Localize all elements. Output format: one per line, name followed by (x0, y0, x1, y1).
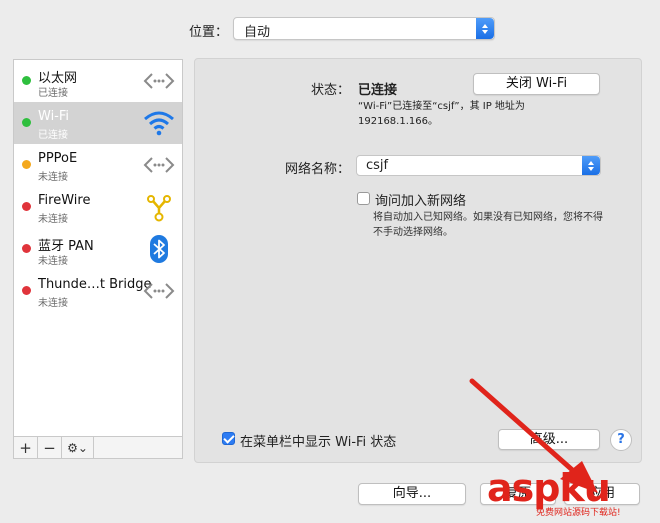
turn-off-wifi-button[interactable]: 关闭 Wi-Fi (473, 73, 600, 95)
show-in-menubar-label: 在菜单栏中显示 Wi-Fi 状态 (240, 435, 397, 450)
status-dot (22, 160, 31, 169)
network-name-value: csjf (366, 158, 389, 173)
watermark-brand: aspku (487, 466, 611, 510)
wifi-icon (144, 111, 174, 136)
service-status: 未连接 (38, 214, 68, 225)
service-item-firewire[interactable]: FireWire 未连接 (14, 186, 182, 228)
pppoe-icon (143, 157, 175, 173)
watermark-subtitle: 免费网站源码下载站! (536, 508, 621, 518)
remove-service-button[interactable]: − (38, 437, 62, 458)
status-dot (22, 202, 31, 211)
ask-join-description: 将自动加入已知网络。如果没有已知网络，您将不得不手动选择网络。 (373, 212, 603, 238)
advanced-button[interactable]: 高级... (498, 429, 600, 450)
service-status: 已连接 (38, 88, 68, 99)
status-dot (22, 118, 31, 127)
location-value: 自动 (244, 25, 271, 40)
status-dot (22, 286, 31, 295)
network-name-label: 网络名称： (285, 162, 351, 177)
service-item-pppoe[interactable]: PPPoE 未连接 (14, 144, 182, 186)
status-description: “Wi-Fi”已连接至“csjf”，其 IP 地址为 192168.1.166。 (358, 101, 525, 127)
service-item-wifi[interactable]: Wi-Fi 已连接 (14, 102, 182, 144)
service-list-toolbar: + − ⚙⌄ (13, 437, 183, 459)
service-name: Wi-Fi (38, 109, 70, 124)
status-value: 已连接 (358, 83, 398, 98)
status-label: 状态： (311, 83, 351, 98)
service-name: FireWire (38, 193, 91, 208)
location-select[interactable]: 自动 (233, 17, 495, 40)
service-list[interactable]: 以太网 已连接 Wi-Fi 已连接 PPPoE 未连接 FireWire 未连接… (13, 59, 183, 437)
service-status: 未连接 (38, 298, 68, 309)
service-status: 未连接 (38, 172, 68, 183)
action-menu-button[interactable]: ⚙⌄ (62, 437, 94, 458)
firewire-icon (147, 195, 171, 222)
ethernet-icon (143, 73, 175, 89)
thunderbolt-bridge-icon (143, 283, 175, 299)
status-dot (22, 244, 31, 253)
chevron-updown-icon (582, 156, 600, 175)
service-status: 已连接 (38, 130, 68, 141)
status-dot (22, 76, 31, 85)
add-service-button[interactable]: + (14, 437, 38, 458)
service-name: Thunde…t Bridge (38, 277, 152, 292)
ask-join-checkbox[interactable] (357, 192, 370, 205)
bluetooth-icon (150, 235, 168, 263)
location-label: 位置： (189, 25, 229, 40)
network-name-select[interactable]: csjf (356, 155, 601, 176)
service-status: 未连接 (38, 256, 68, 267)
assist-me-button[interactable]: 向导... (358, 483, 466, 505)
service-item-bluetooth-pan[interactable]: 蓝牙 PAN 未连接 (14, 228, 182, 270)
service-name: PPPoE (38, 151, 78, 166)
show-in-menubar-checkbox[interactable] (222, 432, 235, 445)
service-item-ethernet[interactable]: 以太网 已连接 (14, 60, 182, 102)
chevron-updown-icon (476, 18, 494, 39)
help-button[interactable]: ? (610, 429, 632, 451)
service-item-thunderbolt-bridge[interactable]: Thunde…t Bridge 未连接 (14, 270, 182, 312)
ask-join-label: 询问加入新网络 (375, 194, 467, 209)
